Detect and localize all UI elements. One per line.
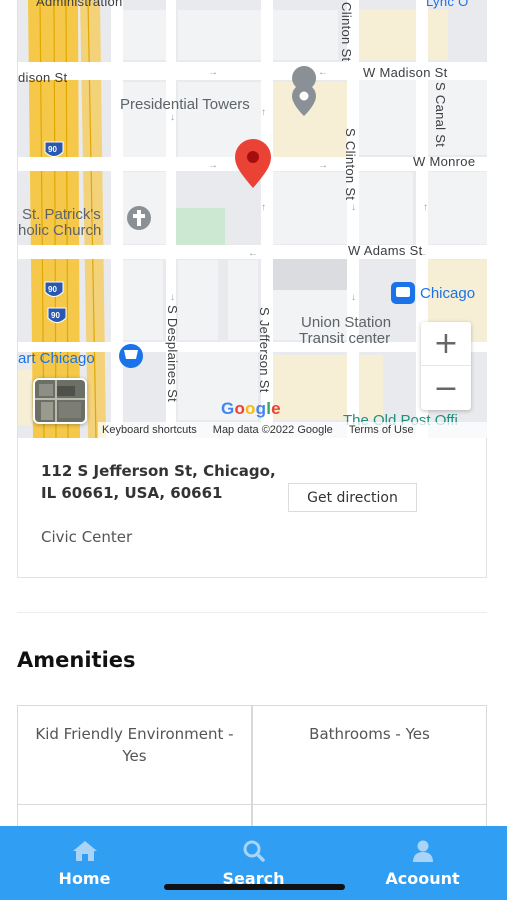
satellite-view-toggle[interactable] <box>33 378 87 424</box>
svg-text:→: → <box>208 160 218 171</box>
section-divider <box>17 612 487 613</box>
zoom-in-button[interactable]: + <box>421 322 471 366</box>
home-indicator <box>164 884 345 890</box>
svg-text:←: ← <box>318 67 328 78</box>
amenities-title: Amenities <box>17 648 136 672</box>
google-logo-letter: o <box>234 399 246 418</box>
zoom-out-button[interactable]: − <box>421 366 471 410</box>
svg-text:90: 90 <box>48 145 57 154</box>
google-logo: Google <box>221 399 281 419</box>
svg-text:↓: ↓ <box>351 202 356 213</box>
poi-presidential-towers: Presidential Towers <box>120 96 250 113</box>
street-label-madison-east: W Madison St <box>363 65 448 80</box>
search-icon <box>243 840 265 862</box>
street-label-adams: W Adams St <box>348 243 423 258</box>
location-address: 112 S Jefferson St, Chicago, IL 60661, U… <box>41 462 276 502</box>
poi-st-patricks-line2: holic Church <box>18 222 102 239</box>
svg-text:→: → <box>208 67 218 78</box>
poi-union-station-line1: Union Station <box>301 314 392 331</box>
map-data-text: Map data ©2022 Google <box>212 424 333 436</box>
street-label-canal: S Canal St <box>433 82 448 148</box>
tab-account-label: Acoount <box>385 869 460 888</box>
google-logo-letter: e <box>271 399 281 418</box>
map-attribution: Keyboard shortcuts Map data ©2022 Google… <box>98 422 487 438</box>
svg-text:↑: ↑ <box>261 107 266 118</box>
google-logo-letter: o <box>245 399 256 418</box>
street-label-madison-west: dison St <box>18 70 68 85</box>
tab-account[interactable]: Acoount <box>338 826 507 900</box>
svg-text:↓: ↓ <box>170 112 175 123</box>
map-view[interactable]: →← →→ ←← ↑↑ ↓↓ ↓↓ ↑↑ 909090 <box>18 0 487 438</box>
tab-home-label: Home <box>58 869 111 888</box>
svg-text:↑: ↑ <box>423 202 428 213</box>
street-label-jefferson: S Jefferson St <box>257 307 272 393</box>
satellite-thumbnail-icon <box>35 380 85 422</box>
street-label-clinton-top: Clinton St <box>339 2 354 62</box>
google-logo-letter: g <box>255 399 267 418</box>
street-label-partial: Administration <box>36 0 123 9</box>
tab-home[interactable]: Home <box>0 826 169 900</box>
street-label-monroe: W Monroe <box>413 154 476 169</box>
zoom-controls: + − <box>421 322 471 410</box>
amenity-item: Bathrooms - Yes <box>252 705 487 805</box>
svg-text:→: → <box>318 160 328 171</box>
google-logo-letter: G <box>221 399 235 418</box>
poi-chicago-transit: Chicago <box>420 285 476 302</box>
keyboard-shortcuts-link[interactable]: Keyboard shortcuts <box>102 424 197 436</box>
user-icon <box>412 840 433 862</box>
terms-of-use-link[interactable]: Terms of Use <box>349 424 414 436</box>
svg-text:←: ← <box>248 248 258 259</box>
location-neighborhood: Civic Center <box>41 528 133 546</box>
street-label-clinton: S Clinton St <box>343 128 358 201</box>
location-card: →← →→ ←← ↑↑ ↓↓ ↓↓ ↑↑ 909090 <box>17 0 487 578</box>
amenity-item: Kid Friendly Environment - Yes <box>17 705 252 805</box>
svg-text:↓: ↓ <box>170 292 175 303</box>
svg-text:↑: ↑ <box>261 202 266 213</box>
poi-art-chicago: art Chicago <box>18 350 95 367</box>
svg-text:90: 90 <box>48 285 57 294</box>
street-label-partial-right: Lync O <box>426 0 469 9</box>
get-direction-button[interactable]: Get direction <box>288 483 417 512</box>
svg-text:90: 90 <box>51 311 60 320</box>
poi-st-patricks-line1: St. Patrick's <box>22 206 101 223</box>
street-label-desplaines: S Desplaines St <box>165 305 180 402</box>
poi-union-station-line2: Transit center <box>299 330 391 347</box>
home-icon <box>72 841 97 861</box>
svg-text:↓: ↓ <box>351 292 356 303</box>
